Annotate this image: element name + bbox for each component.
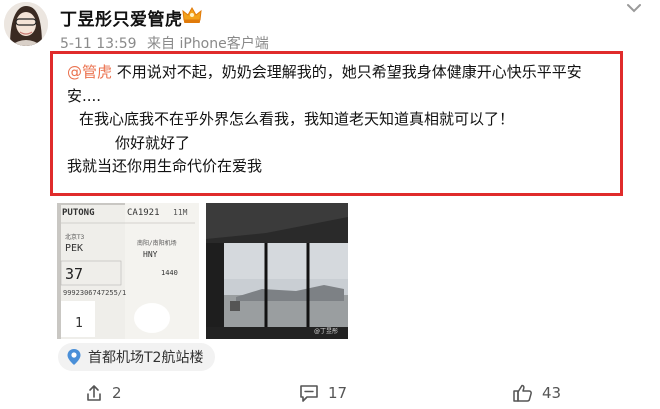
like-button[interactable]: 43 [512, 381, 561, 405]
post-timestamp[interactable]: 5-11 13:59 [60, 36, 137, 52]
post-line-1: @管虎 不用说对不起，奶奶会理解我的，她只希望我身体健康开心快乐平平安安.... [67, 61, 612, 108]
location-tag[interactable]: 首都机场T2航站楼 [58, 343, 216, 371]
mention-link[interactable]: @管虎 [67, 63, 112, 81]
post-line-1-text: 不用说对不起，奶奶会理解我的，她只希望我身体健康开心快乐平平安安.... [67, 63, 582, 105]
share-count: 2 [112, 384, 122, 402]
post-highlight-box: @管虎 不用说对不起，奶奶会理解我的，她只希望我身体健康开心快乐平平安安....… [50, 51, 623, 196]
ticket-from-cn: 北京T3 [65, 233, 85, 241]
ticket-to-cn: 南阳/南阳机场 [137, 239, 177, 247]
post-line-4: 我就当还你用生命代价在爱我 [67, 157, 263, 175]
ticket-flight-suffix: 11M [173, 208, 188, 217]
location-pin-icon [67, 349, 81, 365]
ticket-from: PEK [65, 243, 83, 254]
chevron-down-icon[interactable] [626, 2, 642, 14]
share-button[interactable]: 2 [84, 381, 122, 405]
ticket-flight: CA1921 [127, 208, 160, 218]
post-text: @管虎 不用说对不起，奶奶会理解我的，她只希望我身体健康开心快乐平平安安....… [67, 61, 612, 179]
location-label: 首都机场T2航站楼 [88, 350, 204, 366]
thumbs-up-icon [513, 384, 532, 402]
ticket-seq: 1 [75, 316, 83, 331]
photo-watermark: @丁昱彤 [314, 327, 338, 335]
share-icon [87, 385, 101, 401]
boarding-pass-photo[interactable]: PUTONG CA1921 11M 北京T3 PEK 南阳/南阳机场 HNY 3… [57, 203, 199, 339]
comment-button[interactable]: 17 [298, 381, 347, 405]
like-count: 43 [542, 384, 562, 402]
ticket-time: 1440 [161, 269, 178, 277]
comment-count: 17 [328, 384, 348, 402]
post-line-3: 你好就好了 [115, 133, 191, 152]
post-meta: 5-11 13:59 来自 iPhone客户端 [60, 33, 269, 53]
username[interactable]: 丁昱彤只爱管虎 [60, 5, 183, 30]
ticket-gate: 37 [65, 265, 83, 283]
vip-crown-icon [182, 6, 202, 23]
airport-window-photo[interactable]: @丁昱彤 [206, 203, 348, 339]
avatar[interactable] [4, 2, 48, 46]
post-line-2: 在我心底我不在乎外界怎么看我，我知道老天知道真相就可以了！ [79, 110, 515, 128]
ticket-airline: PUTONG [62, 208, 95, 218]
post-source: 来自 iPhone客户端 [147, 36, 269, 52]
ticket-to: HNY [143, 250, 158, 259]
ticket-number: 9992306747255/1 [63, 289, 126, 297]
comment-icon [300, 385, 318, 402]
avatar-photo [4, 2, 48, 46]
